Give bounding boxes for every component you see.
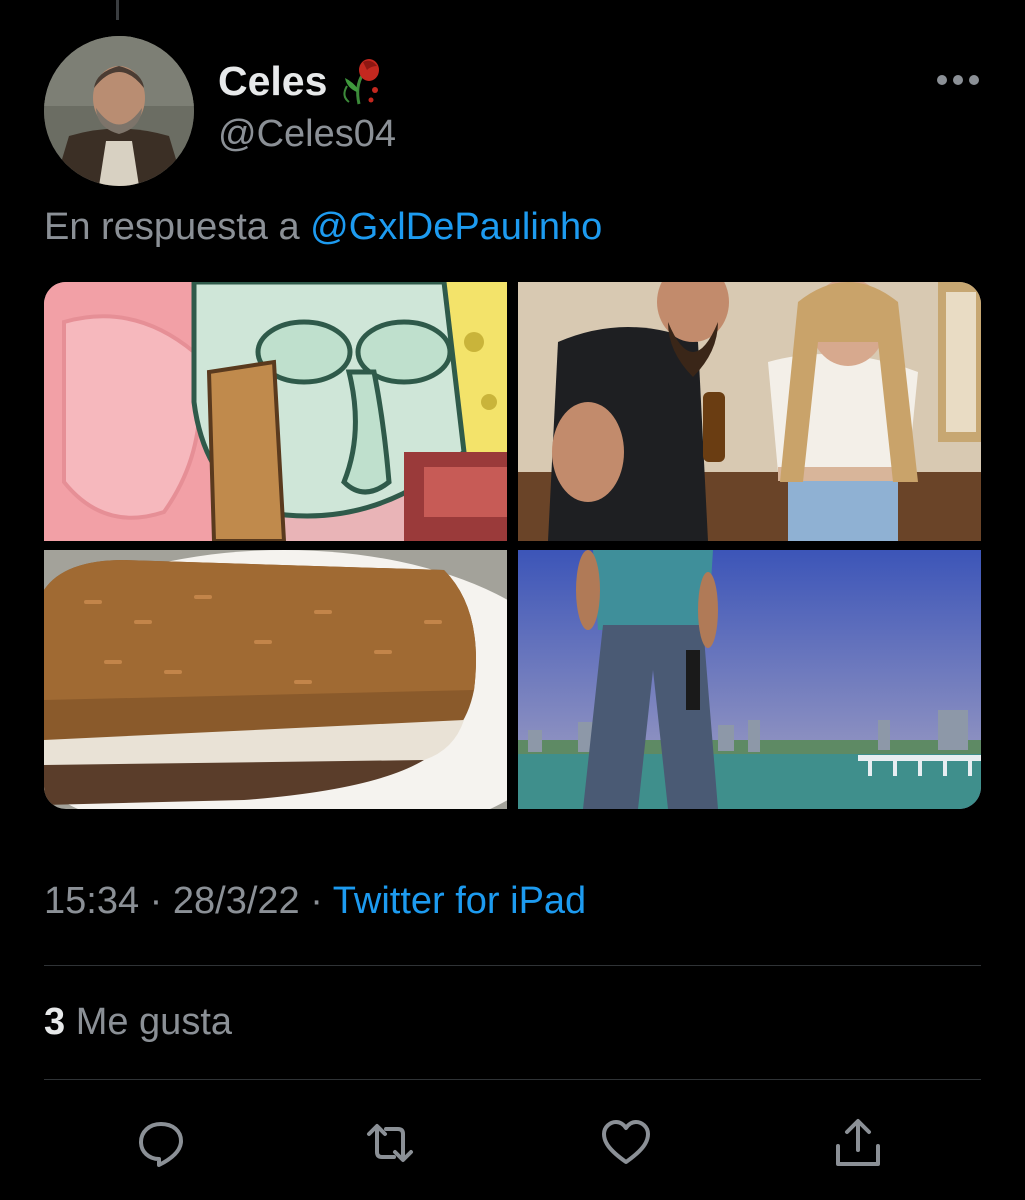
tweet-date[interactable]: 28/3/22 (173, 880, 300, 922)
heart-icon[interactable] (599, 1116, 653, 1170)
thread-connector-line (116, 0, 119, 20)
media-image-2[interactable] (518, 282, 981, 541)
retweet-icon[interactable] (363, 1116, 417, 1170)
more-dots-icon[interactable] (936, 68, 980, 92)
media-image-3[interactable] (44, 550, 507, 809)
user-handle[interactable]: @Celes04 (218, 113, 396, 156)
separator: · (149, 880, 163, 922)
likes-label: Me gusta (75, 1001, 233, 1043)
reply-icon[interactable] (134, 1116, 188, 1170)
media-image-4[interactable] (518, 550, 981, 809)
divider (44, 1079, 981, 1080)
tweet-time[interactable]: 15:34 (44, 880, 139, 922)
reply-mention-link[interactable]: @GxlDePaulinho (310, 206, 602, 248)
likes-count-link[interactable]: 3 Me gusta (44, 1001, 232, 1044)
display-name[interactable]: Celes (218, 58, 327, 105)
separator: · (310, 880, 323, 922)
media-grid (44, 282, 981, 809)
author-name-row: Celes (218, 56, 385, 106)
divider (44, 965, 981, 966)
media-image-1[interactable] (44, 282, 507, 541)
reply-prefix: En respuesta a (44, 206, 300, 248)
tweet-source-link[interactable]: Twitter for iPad (333, 880, 586, 922)
tweet-metadata: 15:34 · 28/3/22 · Twitter for iPad (44, 880, 586, 923)
wilted-rose-icon (339, 56, 385, 106)
share-icon[interactable] (831, 1116, 885, 1170)
reply-context: En respuesta a @GxlDePaulinho (44, 206, 602, 249)
likes-count: 3 (44, 1001, 66, 1043)
avatar[interactable] (44, 36, 194, 186)
